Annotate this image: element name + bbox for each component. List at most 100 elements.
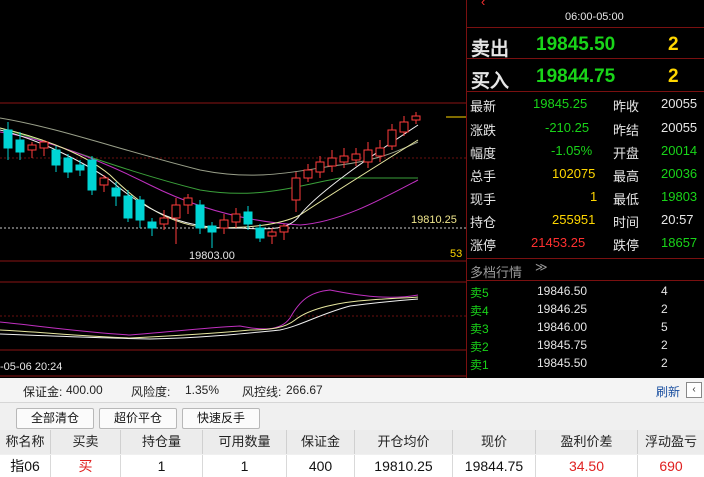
margin-label: 保证金: (23, 385, 63, 399)
depth-title[interactable]: 多档行情 (470, 262, 522, 281)
depth-price[interactable]: 19846.25 (537, 302, 587, 316)
divider (467, 91, 704, 92)
stat-label: 跌停 (613, 238, 640, 253)
depth-qty: 4 (661, 284, 668, 298)
stat-label: 幅度 (470, 146, 497, 161)
quick-reverse-button[interactable]: 快速反手 (182, 408, 260, 429)
collapse-icon[interactable]: ‹ (686, 382, 702, 398)
ma-line-white (0, 124, 419, 230)
candle-body (111, 187, 121, 197)
candle-body (207, 225, 217, 233)
candle-body (291, 177, 301, 201)
col-header-position[interactable]: 持仓量 (121, 430, 203, 454)
candle-body (387, 129, 397, 147)
candle-body (87, 159, 97, 191)
stat-value: 20055 (661, 96, 698, 111)
col-header-name[interactable]: 称名称 (0, 430, 51, 454)
stat-label: 总手 (470, 169, 497, 184)
ma-line-gray (0, 117, 419, 176)
cell-float-pnl[interactable]: 690 (638, 455, 704, 477)
depth-label: 卖4 (470, 304, 489, 318)
stat-value: -1.05% (551, 143, 593, 158)
depth-price[interactable]: 19846.00 (537, 320, 587, 334)
candlestick-chart[interactable]: 19810.25 19803.00 53 -05-06 20:24 (0, 0, 466, 378)
col-header-profit-diff[interactable]: 盈利价差 (536, 430, 638, 454)
cell-name[interactable]: 指06 (0, 455, 51, 477)
account-bar: 保证金: 400.00 风险度: 1.35% 风控线: 266.67 刷新 ‹ (0, 378, 704, 403)
col-header-margin[interactable]: 保证金 (287, 430, 355, 454)
cell-side[interactable]: 买 (51, 455, 121, 477)
stat-value: 21453.25 (531, 235, 586, 250)
chevron-down-icon[interactable]: ≫ (535, 260, 548, 274)
trading-time-range: 06:00-05:00 (565, 11, 624, 23)
refresh-button[interactable]: 刷新 (656, 383, 680, 400)
depth-price[interactable]: 19845.50 (537, 356, 587, 370)
col-header-float-pnl[interactable]: 浮动盈亏 (638, 430, 704, 454)
time-axis-label: -05-06 20:24 (0, 361, 63, 373)
depth-qty: 5 (661, 320, 668, 334)
divider (467, 258, 704, 259)
stat-label: 开盘 (613, 146, 640, 161)
stat-value: 18657 (661, 235, 698, 250)
stat-label: 持仓 (470, 215, 497, 230)
sub-line-yellow (0, 296, 419, 339)
stat-value: 19803 (661, 189, 698, 204)
depth-price[interactable]: 19846.50 (537, 284, 587, 298)
divider (467, 280, 704, 281)
candle-body (303, 169, 313, 179)
candle-body (339, 155, 349, 163)
depth-qty: 2 (661, 302, 668, 316)
margin-value: 400.00 (66, 383, 103, 397)
sub-line-magenta (0, 289, 419, 336)
close-all-button[interactable]: 全部清仓 (16, 408, 94, 429)
candle-body (123, 195, 133, 219)
divider (467, 58, 704, 59)
super-close-button[interactable]: 超价平仓 (99, 408, 177, 429)
depth-qty: 2 (661, 356, 668, 370)
chart-canvas[interactable] (0, 0, 466, 378)
col-header-available[interactable]: 可用数量 (203, 430, 287, 454)
candle-body (51, 149, 61, 166)
stat-value: 102075 (552, 166, 596, 181)
cell-open-avg[interactable]: 19810.25 (355, 455, 453, 477)
cell-position[interactable]: 1 (121, 455, 203, 477)
low-price-label: 19803.00 (189, 250, 235, 262)
cell-current[interactable]: 19844.75 (453, 455, 536, 477)
col-header-current[interactable]: 现价 (453, 430, 536, 454)
risk-value: 1.35% (185, 383, 220, 397)
stat-value: 20036 (661, 166, 698, 181)
stat-label: 昨收 (613, 99, 640, 114)
buy-qty: 2 (668, 66, 679, 87)
stat-value: 1 (590, 189, 598, 204)
stat-value: 19845.25 (533, 96, 588, 111)
sub-value-label: 53 (450, 248, 463, 260)
risk-label: 风险度: (131, 385, 171, 399)
control-label: 风控线: (242, 385, 282, 399)
candle-body (27, 144, 37, 151)
depth-price[interactable]: 19845.75 (537, 338, 587, 352)
candle-body (279, 225, 289, 233)
buy-label: 买入 (471, 71, 510, 92)
cell-profit-diff[interactable]: 34.50 (536, 455, 638, 477)
candle-body (399, 121, 409, 133)
control-value: 266.67 (286, 383, 323, 397)
quote-panel: ‹ 06:00-05:00 卖出 19845.50 2 买入 19844.75 … (466, 0, 704, 378)
candle-body (99, 177, 109, 186)
back-arrow-icon[interactable]: ‹ (481, 0, 485, 9)
depth-qty: 2 (661, 338, 668, 352)
stat-label: 现手 (470, 192, 497, 207)
candle-body (3, 129, 13, 149)
stat-label: 最新 (470, 99, 497, 114)
sell-price[interactable]: 19845.50 (536, 34, 615, 56)
candle-body (375, 147, 385, 157)
candle-body (315, 161, 325, 173)
stat-value: 255951 (552, 212, 596, 227)
col-header-open-avg[interactable]: 开仓均价 (355, 430, 453, 454)
col-header-side[interactable]: 买卖 (51, 430, 121, 454)
buy-price[interactable]: 19844.75 (536, 66, 615, 88)
cell-available[interactable]: 1 (203, 455, 287, 477)
candle-body (363, 149, 373, 163)
cell-margin[interactable]: 400 (287, 455, 355, 477)
sell-label: 卖出 (471, 39, 510, 60)
stat-label: 最高 (613, 169, 640, 184)
